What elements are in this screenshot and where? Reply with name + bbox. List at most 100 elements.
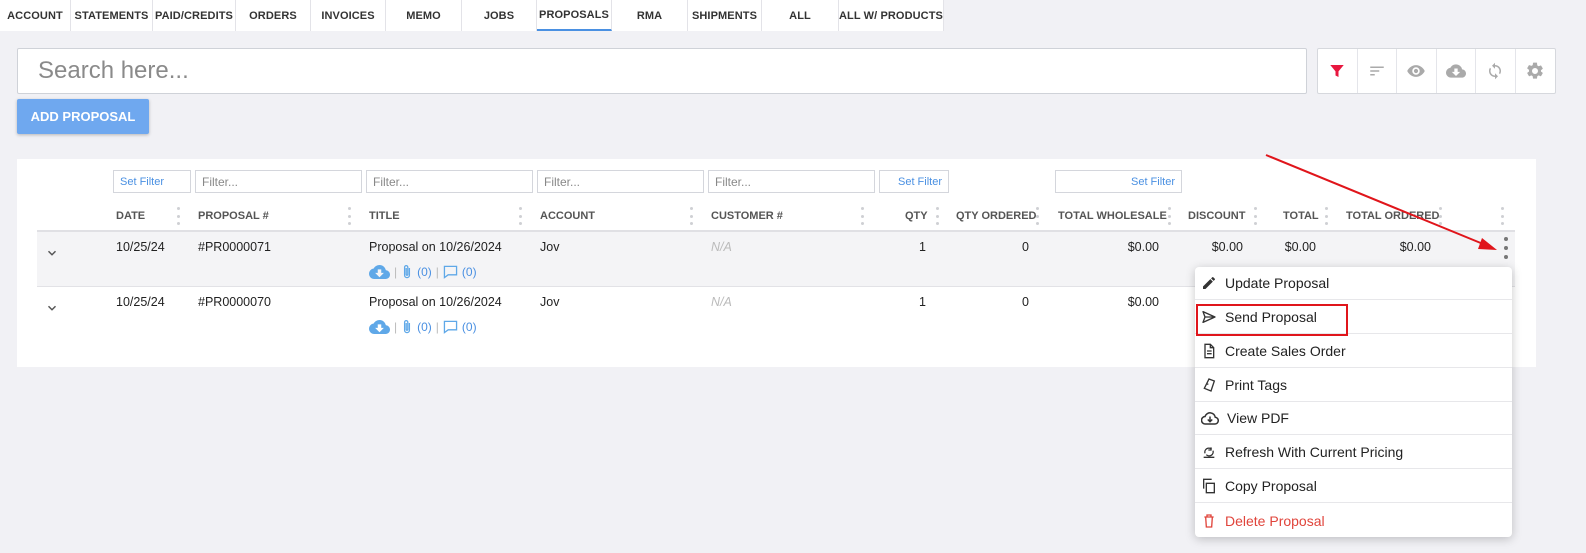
- comments-count[interactable]: (0): [462, 265, 477, 279]
- settings-button[interactable]: [1516, 49, 1556, 93]
- row-title: Proposal on 10/26/2024: [369, 240, 502, 254]
- row-customer-number: N/A: [711, 295, 732, 309]
- tab-statements[interactable]: STATEMENTS: [71, 0, 153, 31]
- comment-icon[interactable]: [443, 320, 458, 334]
- row-menu-button[interactable]: [1502, 237, 1510, 259]
- send-icon: [1202, 311, 1216, 323]
- title-filter-input[interactable]: Filter...: [366, 170, 533, 193]
- header-title[interactable]: TITLE: [369, 210, 400, 222]
- refresh-button[interactable]: [1476, 49, 1516, 93]
- customer-filter-input[interactable]: Filter...: [708, 170, 875, 193]
- column-resize-handle[interactable]: [519, 207, 522, 225]
- menu-delete-proposal[interactable]: Delete Proposal: [1195, 504, 1512, 537]
- row-context-menu: Update Proposal Send Proposal Create Sal…: [1195, 267, 1512, 537]
- menu-item-label: Delete Proposal: [1225, 512, 1325, 529]
- column-resize-handle[interactable]: [1254, 207, 1257, 225]
- menu-update-proposal[interactable]: Update Proposal: [1195, 267, 1512, 300]
- row-account: Jov: [540, 240, 560, 254]
- sync-icon: [1489, 62, 1502, 80]
- qty-set-filter[interactable]: Set Filter: [879, 170, 949, 193]
- sort-button[interactable]: [1358, 49, 1397, 93]
- columns-visibility-button[interactable]: [1397, 49, 1437, 93]
- header-total-wholesale[interactable]: TOTAL WHOLESALE: [1058, 210, 1167, 222]
- column-resize-handle[interactable]: [936, 207, 939, 225]
- eye-icon: [1407, 65, 1425, 77]
- attachments-count[interactable]: (0): [417, 320, 432, 334]
- row-total-ordered: $0.00: [1399, 240, 1431, 254]
- column-resize-handle[interactable]: [1439, 207, 1442, 225]
- column-resize-handle[interactable]: [861, 207, 864, 225]
- header-total[interactable]: TOTAL: [1283, 210, 1319, 222]
- filter-button[interactable]: [1318, 49, 1358, 93]
- menu-view-pdf[interactable]: View PDF: [1195, 402, 1512, 435]
- document-icon: [1204, 343, 1215, 359]
- row-account: Jov: [540, 295, 560, 309]
- tab-orders[interactable]: ORDERS: [236, 0, 311, 31]
- tab-shipments[interactable]: SHIPMENTS: [688, 0, 762, 31]
- menu-create-sales-order[interactable]: Create Sales Order: [1195, 335, 1512, 368]
- menu-print-tags[interactable]: Print Tags: [1195, 369, 1512, 402]
- header-total-ordered[interactable]: TOTAL ORDERED: [1346, 210, 1440, 222]
- row-title: Proposal on 10/26/2024: [369, 295, 502, 309]
- header-date[interactable]: DATE: [116, 210, 145, 222]
- search-input[interactable]: [17, 48, 1307, 94]
- comments-count[interactable]: (0): [462, 320, 477, 334]
- add-proposal-button[interactable]: ADD PROPOSAL: [17, 99, 149, 134]
- row-total-wholesale: $0.00: [1127, 295, 1159, 309]
- paperclip-icon[interactable]: [401, 319, 413, 335]
- chevron-down-icon[interactable]: [45, 301, 59, 315]
- cloud-download-icon: [1445, 64, 1466, 78]
- header-qty[interactable]: QTY: [905, 210, 928, 222]
- tab-all-with-products[interactable]: ALL W/ PRODUCTS: [839, 0, 944, 31]
- tags-icon: [1203, 378, 1216, 392]
- column-resize-handle[interactable]: [690, 207, 693, 225]
- header-discount[interactable]: DISCOUNT: [1188, 210, 1245, 222]
- tab-paid-credits[interactable]: PAID/CREDITS: [153, 0, 236, 31]
- header-proposal[interactable]: PROPOSAL #: [198, 210, 269, 222]
- header-account[interactable]: ACCOUNT: [540, 210, 595, 222]
- cloud-download-icon[interactable]: [369, 319, 390, 335]
- chevron-down-icon[interactable]: [45, 246, 59, 260]
- sort-icon: [1370, 66, 1384, 76]
- tab-all[interactable]: ALL: [762, 0, 839, 31]
- price-refresh-icon: [1203, 447, 1215, 458]
- column-resize-handle[interactable]: [1501, 207, 1504, 225]
- row-date: 10/25/24: [116, 240, 165, 254]
- column-resize-handle[interactable]: [1168, 207, 1171, 225]
- cloud-download-icon[interactable]: [369, 264, 390, 280]
- account-filter-input[interactable]: Filter...: [537, 170, 704, 193]
- header-customer[interactable]: CUSTOMER #: [711, 210, 783, 222]
- header-qty-ordered[interactable]: QTY ORDERED: [956, 210, 1036, 222]
- proposal-filter-input[interactable]: Filter...: [195, 170, 362, 193]
- tab-rma[interactable]: RMA: [612, 0, 688, 31]
- column-resize-handle[interactable]: [177, 207, 180, 225]
- date-set-filter[interactable]: Set Filter: [113, 170, 191, 193]
- menu-refresh-current-pricing[interactable]: Refresh With Current Pricing: [1195, 436, 1512, 469]
- tab-proposals[interactable]: PROPOSALS: [537, 0, 612, 31]
- download-button[interactable]: [1437, 49, 1476, 93]
- menu-send-proposal[interactable]: Send Proposal: [1195, 301, 1512, 334]
- column-resize-handle[interactable]: [348, 207, 351, 225]
- attachments-count[interactable]: (0): [417, 265, 432, 279]
- grid-toolbar: [1317, 48, 1556, 94]
- menu-copy-proposal[interactable]: Copy Proposal: [1195, 470, 1512, 503]
- gear-icon: [1527, 62, 1544, 79]
- tab-invoices[interactable]: INVOICES: [311, 0, 386, 31]
- menu-item-label: Send Proposal: [1225, 309, 1317, 325]
- row-discount: $0.00: [1211, 240, 1243, 254]
- tab-memo[interactable]: MEMO: [386, 0, 462, 31]
- pencil-icon: [1203, 276, 1216, 289]
- tab-jobs[interactable]: JOBS: [462, 0, 537, 31]
- column-resize-handle[interactable]: [1325, 207, 1328, 225]
- tab-bar: ACCOUNT STATEMENTS PAID/CREDITS ORDERS I…: [0, 0, 944, 31]
- row-proposal-number: #PR0000070: [198, 295, 271, 309]
- comment-icon[interactable]: [443, 265, 458, 279]
- row-qty: 1: [919, 295, 926, 309]
- row-qty: 1: [919, 240, 926, 254]
- column-resize-handle[interactable]: [1036, 207, 1039, 225]
- paperclip-icon[interactable]: [401, 264, 413, 280]
- total-wholesale-set-filter[interactable]: Set Filter: [1055, 170, 1182, 193]
- row-proposal-number: #PR0000071: [198, 240, 271, 254]
- tab-account[interactable]: ACCOUNT: [0, 0, 71, 31]
- menu-item-label: Print Tags: [1225, 377, 1287, 393]
